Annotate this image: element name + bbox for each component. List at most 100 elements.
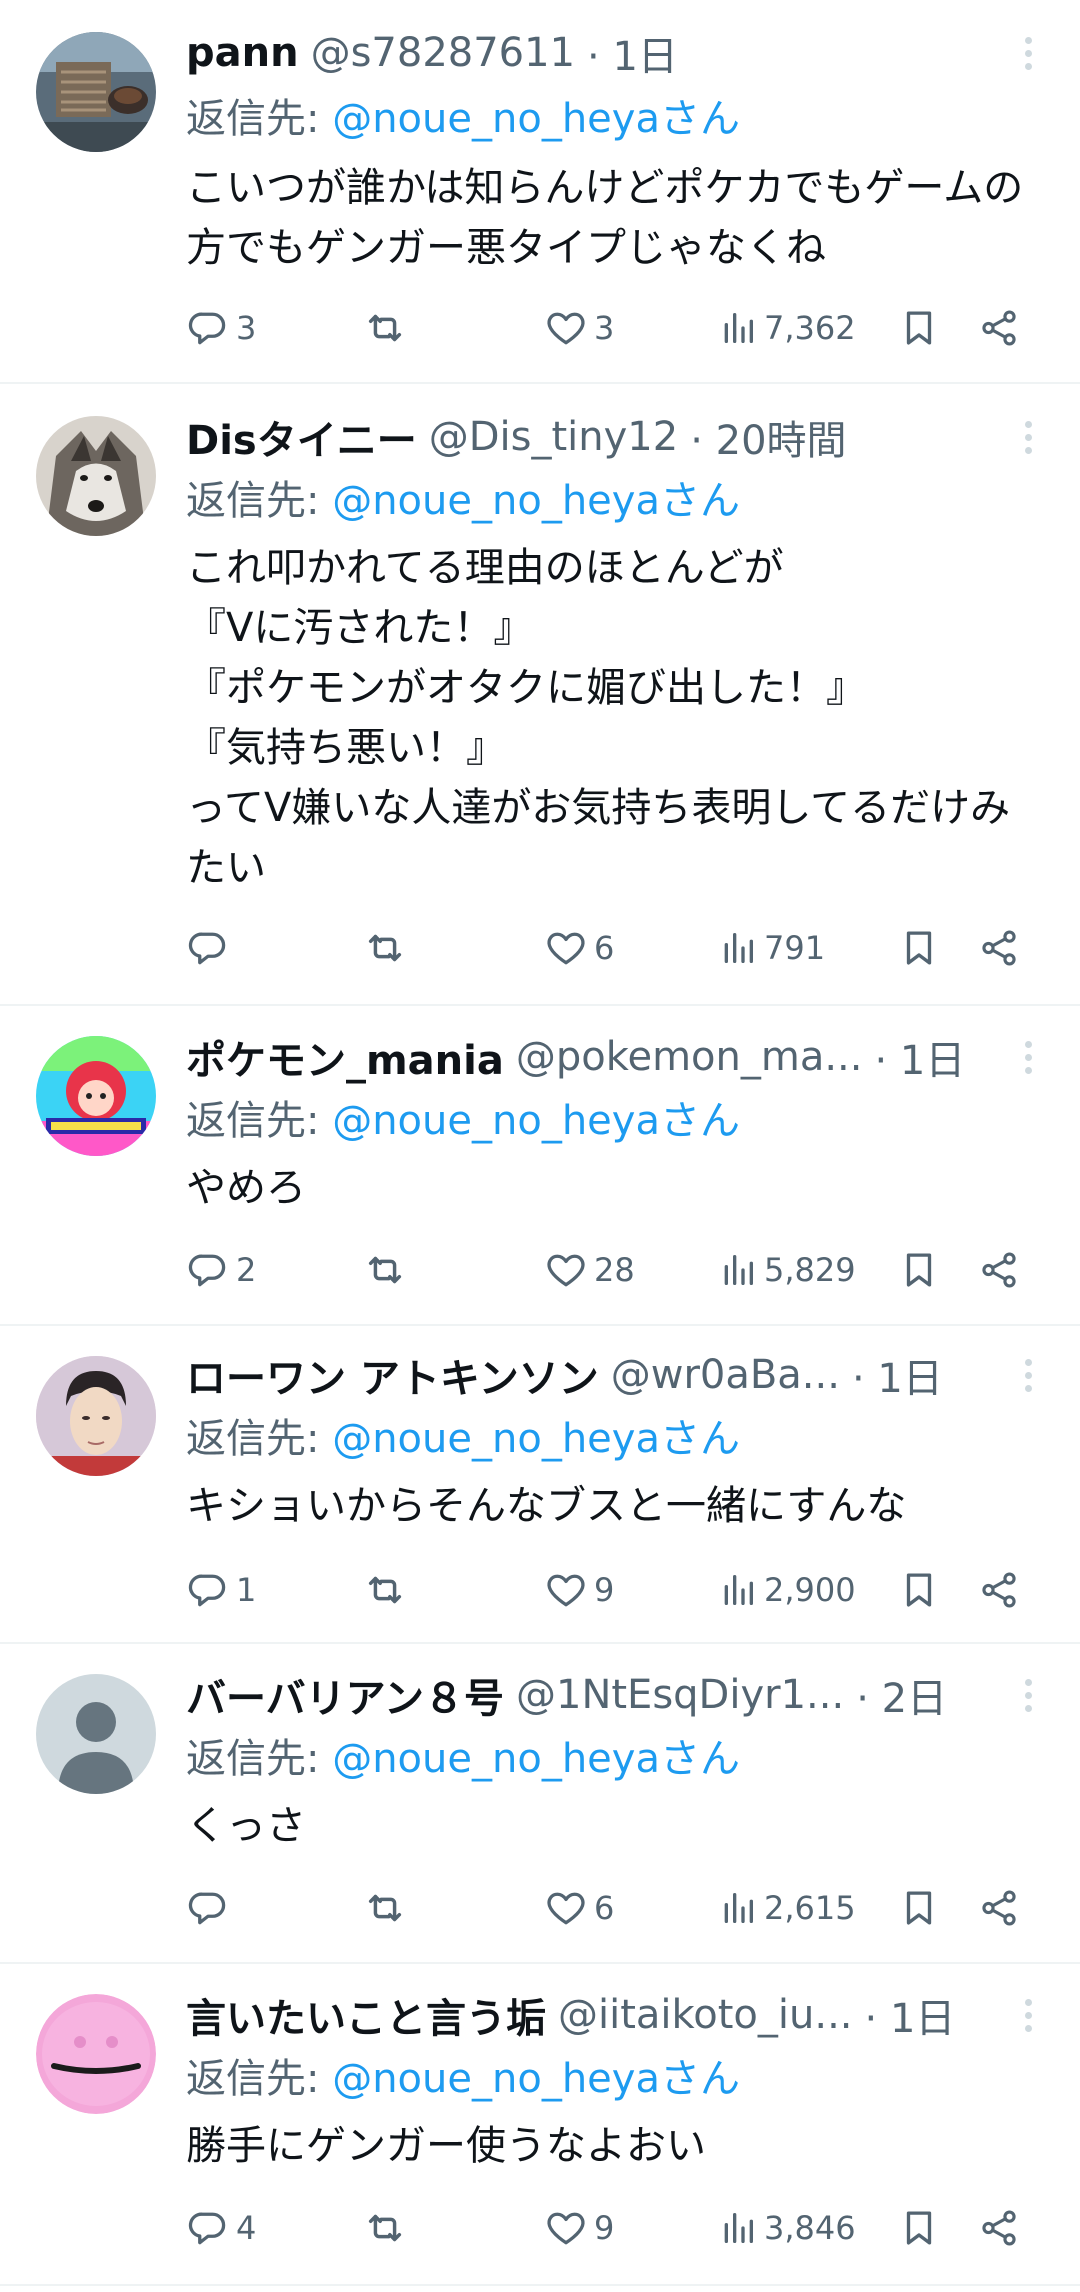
view-count: 7,362	[764, 309, 856, 347]
reply-button[interactable]: 3	[186, 298, 256, 358]
bookmark-button[interactable]	[898, 1560, 940, 1620]
timestamp[interactable]: · 20時間	[690, 410, 846, 464]
bookmark-button[interactable]	[898, 298, 940, 358]
reply-button[interactable]	[186, 1878, 236, 1938]
user-handle[interactable]: @pokemon_ma...	[516, 1034, 863, 1080]
tweet-reply[interactable]: pann @s78287611 · 1日 返信先: @noue_no_heyaさん こい…	[0, 0, 1080, 384]
tweet-text: これ叩かれてる理由のほとんどが 『Vに汚された！』 『ポケモンがオタクに媚び出し…	[186, 545, 1011, 891]
bookmark-button[interactable]	[898, 1878, 940, 1938]
bookmark-button[interactable]	[898, 2198, 940, 2258]
share-button[interactable]	[978, 298, 1020, 358]
user-handle[interactable]: @1NtEsqDiyr1...	[516, 1672, 844, 1718]
retweet-icon	[362, 1247, 408, 1293]
timestamp[interactable]: · 1日	[587, 26, 678, 80]
share-button[interactable]	[978, 2198, 1020, 2258]
tweet-reply[interactable]: バーバリアン８号 @1NtEsqDiyr1... · 2日 返信先: @noue_no…	[0, 1644, 1080, 1964]
tweet-header: ポケモン_mania @pokemon_ma... · 1日	[186, 1030, 980, 1084]
tweet-reply[interactable]: ローワン アトキンソン @wr0aBa... · 1日 返信先: @noue_no_h…	[0, 1326, 1080, 1644]
food-photo-avatar	[36, 32, 156, 152]
avatar[interactable]	[36, 1674, 156, 1794]
timestamp[interactable]: · 2日	[856, 1668, 947, 1722]
reply-button[interactable]: 4	[186, 2198, 256, 2258]
views-button[interactable]: 7,362	[718, 298, 856, 358]
display-name[interactable]: pann	[186, 30, 299, 76]
like-button[interactable]: 9	[544, 2198, 614, 2258]
display-name[interactable]: バーバリアン８号	[186, 1668, 504, 1722]
views-button[interactable]: 3,846	[718, 2198, 856, 2258]
more-options-icon[interactable]	[1016, 1348, 1040, 1402]
timestamp[interactable]: · 1日	[852, 1348, 943, 1402]
reply-button[interactable]	[186, 918, 236, 978]
bar-chart-icon	[718, 1250, 758, 1290]
timestamp[interactable]: · 1日	[874, 1030, 965, 1084]
heart-icon	[544, 306, 588, 350]
more-options-icon[interactable]	[1016, 1668, 1040, 1722]
like-button[interactable]: 6	[544, 918, 614, 978]
avatar[interactable]	[36, 416, 156, 536]
display-name[interactable]: ポケモン_mania	[186, 1030, 504, 1084]
replying-to-handle-link[interactable]: @noue_no_heyaさん	[332, 1736, 740, 1782]
user-handle[interactable]: @Dis_tiny12	[429, 414, 678, 460]
replying-to-handle-link[interactable]: @noue_no_heyaさん	[332, 478, 740, 524]
bookmark-icon	[898, 2207, 940, 2249]
views-button[interactable]: 791	[718, 918, 825, 978]
avatar[interactable]	[36, 1994, 156, 2114]
more-options-icon[interactable]	[1016, 410, 1040, 464]
replying-to-label: 返信先:	[186, 1098, 333, 1144]
replying-to-handle-link[interactable]: @noue_no_heyaさん	[332, 1416, 740, 1462]
like-button[interactable]: 9	[544, 1560, 614, 1620]
avatar[interactable]	[36, 32, 156, 152]
views-button[interactable]: 2,900	[718, 1560, 856, 1620]
bookmark-button[interactable]	[898, 918, 940, 978]
retweet-button[interactable]	[362, 1878, 414, 1938]
reply-count: 2	[236, 1251, 257, 1289]
replying-to-handle-link[interactable]: @noue_no_heyaさん	[332, 1098, 740, 1144]
view-count: 3,846	[764, 2209, 856, 2247]
reply-button[interactable]: 1	[186, 1560, 256, 1620]
tweet-header: 言いたいこと言う垢 @iitaikoto_iu... · 1日	[186, 1988, 980, 2042]
retweet-button[interactable]	[362, 298, 414, 358]
display-name[interactable]: 言いたいこと言う垢	[186, 1988, 546, 2042]
views-button[interactable]: 2,615	[718, 1878, 856, 1938]
retweet-button[interactable]	[362, 1240, 414, 1300]
like-button[interactable]: 3	[544, 298, 614, 358]
like-count: 3	[594, 309, 615, 347]
like-button[interactable]: 6	[544, 1878, 614, 1938]
replying-to-handle-link[interactable]: @noue_no_heyaさん	[332, 2056, 740, 2102]
retweet-button[interactable]	[362, 1560, 414, 1620]
display-name[interactable]: ローワン アトキンソン	[186, 1348, 599, 1402]
user-handle[interactable]: @wr0aBa...	[611, 1352, 840, 1398]
share-button[interactable]	[978, 1878, 1020, 1938]
display-name[interactable]: Disタイニー	[186, 410, 417, 464]
retweet-icon	[362, 1885, 408, 1931]
share-icon	[978, 2207, 1020, 2249]
user-handle[interactable]: @s78287611	[311, 30, 575, 76]
retweet-button[interactable]	[362, 2198, 414, 2258]
like-count: 9	[594, 2209, 615, 2247]
pink-face-avatar	[36, 1994, 156, 2114]
replying-to-handle-link[interactable]: @noue_no_heyaさん	[332, 96, 740, 142]
share-button[interactable]	[978, 1240, 1020, 1300]
retweet-button[interactable]	[362, 918, 414, 978]
tweet-reply[interactable]: 言いたいこと言う垢 @iitaikoto_iu... · 1日 返信先: @noue_…	[0, 1964, 1080, 2286]
tweet-header: pann @s78287611 · 1日	[186, 26, 980, 80]
like-count: 28	[594, 1251, 635, 1289]
bookmark-button[interactable]	[898, 1240, 940, 1300]
share-button[interactable]	[978, 918, 1020, 978]
views-button[interactable]: 5,829	[718, 1240, 856, 1300]
user-handle[interactable]: @iitaikoto_iu...	[558, 1992, 853, 2038]
tweet-reply[interactable]: Disタイニー @Dis_tiny12 · 20時間 返信先: @noue_no_he…	[0, 384, 1080, 1006]
reply-count: 4	[236, 2209, 257, 2247]
like-button[interactable]: 28	[544, 1240, 635, 1300]
reply-button[interactable]: 2	[186, 1240, 256, 1300]
avatar[interactable]	[36, 1356, 156, 1476]
avatar[interactable]	[36, 1036, 156, 1156]
timestamp[interactable]: · 1日	[865, 1988, 956, 2042]
more-options-icon[interactable]	[1016, 1030, 1040, 1084]
tweet-reply[interactable]: ポケモン_mania @pokemon_ma... · 1日返信先: @noue_n…	[0, 1006, 1080, 1326]
default-user-avatar	[36, 1674, 156, 1794]
like-count: 9	[594, 1571, 615, 1609]
more-options-icon[interactable]	[1016, 1988, 1040, 2042]
share-button[interactable]	[978, 1560, 1020, 1620]
more-options-icon[interactable]	[1016, 26, 1040, 80]
